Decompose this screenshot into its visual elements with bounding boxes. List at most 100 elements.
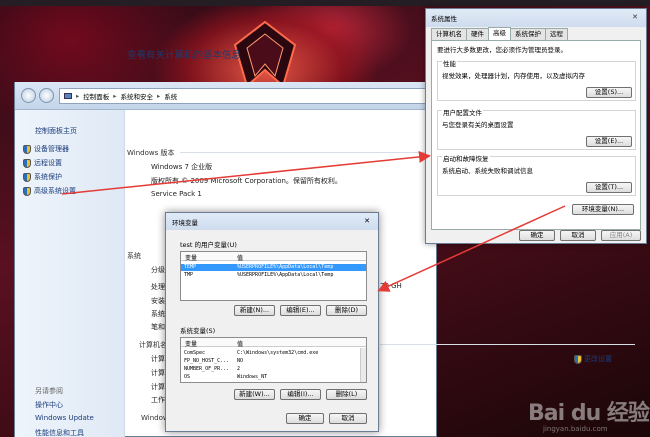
cancel-button[interactable]: 取消 [329, 413, 367, 424]
system-row-label: 处理 [151, 283, 165, 291]
dialog-title: 系统属性 [431, 15, 457, 23]
system-new-button[interactable]: 新建(W)... [234, 389, 275, 400]
system-properties-dialog: 系统属性 ✕ 计算机名 硬件 高级 系统保护 远程 要进行大多数更改，您必须作为… [425, 8, 647, 244]
divider [180, 152, 430, 153]
computer-row-label: 工作 [151, 396, 165, 404]
copyright-text: 版权所有 © 2009 Microsoft Corporation。保留所有权利… [151, 177, 342, 185]
user-variables-table[interactable]: 变量 值 TEMP %USERPROFILE%\AppData\Local\Te… [180, 251, 367, 301]
user-edit-button[interactable]: 编辑(E)... [280, 305, 321, 316]
system-edit-button[interactable]: 编辑(I)... [280, 389, 321, 400]
performance-group: 性能 视觉效果，处理器计划，内存使用，以及虚拟内存 设置(S)... [437, 58, 636, 101]
sidebar-item-label: 系统保护 [34, 173, 62, 181]
table-row[interactable]: TEMP %USERPROFILE%\AppData\Local\Temp [181, 264, 366, 271]
system-row-label: 安装 [151, 297, 165, 305]
ok-button[interactable]: 确定 [519, 230, 555, 241]
tab-panel-advanced: 要进行大多数更改，您必须作为管理员登录。 性能 视觉效果，处理器计划，内存使用，… [431, 40, 641, 230]
computer-icon [64, 93, 72, 99]
divider [380, 344, 635, 345]
table-header: 变量 值 [181, 252, 366, 262]
column-header-variable: 变量 [185, 341, 198, 348]
user-delete-button[interactable]: 删除(D) [326, 305, 367, 316]
user-new-button[interactable]: 新建(N)... [234, 305, 275, 316]
breadcrumb-item[interactable]: 系统和安全 [121, 91, 154, 101]
group-description: 视觉效果，处理器计划，内存使用，以及虚拟内存 [442, 72, 585, 80]
shield-icon [574, 354, 582, 364]
group-description: 与您登录有关的桌面设置 [442, 121, 514, 129]
tab-advanced[interactable]: 高级 [488, 27, 511, 40]
performance-settings-button[interactable]: 设置(S)... [586, 87, 632, 98]
link-windows-update[interactable]: Windows Update [35, 414, 94, 422]
shield-icon [23, 172, 31, 182]
group-description: 系统启动、系统失败和调试信息 [442, 167, 533, 175]
system-row-label: 系统 [151, 310, 165, 318]
system-variables-table[interactable]: 变量 值 ComSpec C:\Windows\system32\cmd.exe… [180, 337, 367, 383]
system-row-label: 分级 [151, 266, 165, 274]
breadcrumb-item[interactable]: 系统 [164, 91, 177, 101]
tab-hardware[interactable]: 硬件 [466, 28, 489, 40]
table-row[interactable]: OS Windows_NT [181, 374, 366, 381]
back-button[interactable] [21, 88, 36, 103]
table-row[interactable]: TMP %USERPROFILE%\AppData\Local\Temp [181, 272, 366, 279]
link-action-center[interactable]: 操作中心 [35, 400, 63, 410]
left-nav: 控制面板主页 设备管理器 远程设置 系统保护 高级系统设置 另请参阅 操作中心 … [15, 110, 125, 437]
tab-bar: 计算机名 硬件 高级 系统保护 远程 [431, 27, 568, 40]
system-delete-button[interactable]: 删除(L) [326, 389, 367, 400]
variable-value: %USERPROFILE%\AppData\Local\Temp [237, 272, 334, 278]
computer-name-section-label: 计算机名 [139, 341, 167, 349]
admin-note: 要进行大多数更改，您必须作为管理员登录。 [437, 46, 567, 54]
tab-system-protection[interactable]: 系统保护 [510, 28, 546, 40]
user-profiles-settings-button[interactable]: 设置(E)... [586, 136, 632, 147]
edition-section-label: Windows 版本 [127, 149, 175, 157]
change-settings-link[interactable]: 更改设置 [574, 354, 612, 364]
environment-variables-button[interactable]: 环境变量(N)... [572, 204, 634, 215]
cpu-speed-tail: 70 GH [380, 282, 402, 290]
variable-name: TEMP [184, 264, 197, 270]
watermark-url: jingyan.baidu.com [543, 425, 608, 433]
close-icon[interactable]: ✕ [628, 12, 642, 23]
sidebar-item-label: 远程设置 [34, 159, 62, 167]
variable-name: TMP [184, 272, 194, 278]
variable-value: %USERPROFILE%\AppData\Local\Temp [237, 264, 334, 270]
table-row[interactable]: NUMBER_OF_PR... 2 [181, 366, 366, 373]
table-header: 变量 值 [181, 338, 366, 348]
dialog-titlebar: 系统属性 ✕ [426, 9, 646, 27]
user-variables-label: test 的用户变量(U) [180, 241, 237, 249]
group-title: 用户配置文件 [442, 107, 483, 117]
tab-remote[interactable]: 远程 [545, 28, 568, 40]
breadcrumb-item[interactable]: 控制面板 [83, 91, 109, 101]
variable-name: FP_NO_HOST_C... [184, 358, 230, 364]
shield-icon [23, 144, 31, 154]
sidebar-item-protection[interactable]: 系统保护 [23, 172, 62, 182]
sidebar-item-advanced[interactable]: 高级系统设置 [23, 186, 76, 196]
forward-button[interactable] [39, 88, 54, 103]
scrollbar[interactable] [360, 348, 366, 382]
apply-button[interactable]: 应用(A) [601, 230, 641, 241]
group-title: 启动和故障恢复 [442, 153, 490, 163]
breadcrumb-separator: ▸ [157, 92, 161, 100]
user-profiles-group: 用户配置文件 与您登录有关的桌面设置 设置(E)... [437, 107, 636, 150]
table-row[interactable]: ComSpec C:\Windows\system32\cmd.exe [181, 350, 366, 357]
table-row[interactable]: FP_NO_HOST_C... NO [181, 358, 366, 365]
variable-value: 2 [237, 366, 241, 372]
startup-settings-button[interactable]: 设置(T)... [586, 182, 632, 193]
variable-name: OS [184, 374, 191, 380]
ok-button[interactable]: 确定 [286, 413, 324, 424]
dialog-title: 环境变量 [172, 219, 198, 227]
link-performance[interactable]: 性能信息和工具 [35, 428, 84, 437]
sidebar-item-remote[interactable]: 远程设置 [23, 158, 62, 168]
computer-row-label: 计算 [151, 383, 165, 391]
edition-text: Windows 7 企业版 [151, 163, 213, 171]
computer-row-label: 计算 [151, 369, 165, 377]
close-icon[interactable]: ✕ [360, 216, 374, 227]
dialog-titlebar: 环境变量 ✕ [166, 213, 378, 230]
address-bar[interactable]: ▸ 控制面板 ▸ 系统和安全 ▸ 系统 [59, 88, 429, 104]
control-panel-titlebar: ▸ 控制面板 ▸ 系统和安全 ▸ 系统 [15, 82, 438, 110]
tab-computer-name[interactable]: 计算机名 [431, 28, 467, 40]
change-settings-label: 更改设置 [584, 355, 612, 363]
system-variables-label: 系统变量(S) [180, 327, 216, 335]
startup-group: 启动和故障恢复 系统启动、系统失败和调试信息 设置(T)... [437, 153, 636, 196]
column-header-variable: 变量 [185, 255, 198, 262]
sidebar-item-device-manager[interactable]: 设备管理器 [23, 144, 69, 154]
cancel-button[interactable]: 取消 [560, 230, 596, 241]
control-panel-home-link[interactable]: 控制面板主页 [35, 126, 77, 136]
